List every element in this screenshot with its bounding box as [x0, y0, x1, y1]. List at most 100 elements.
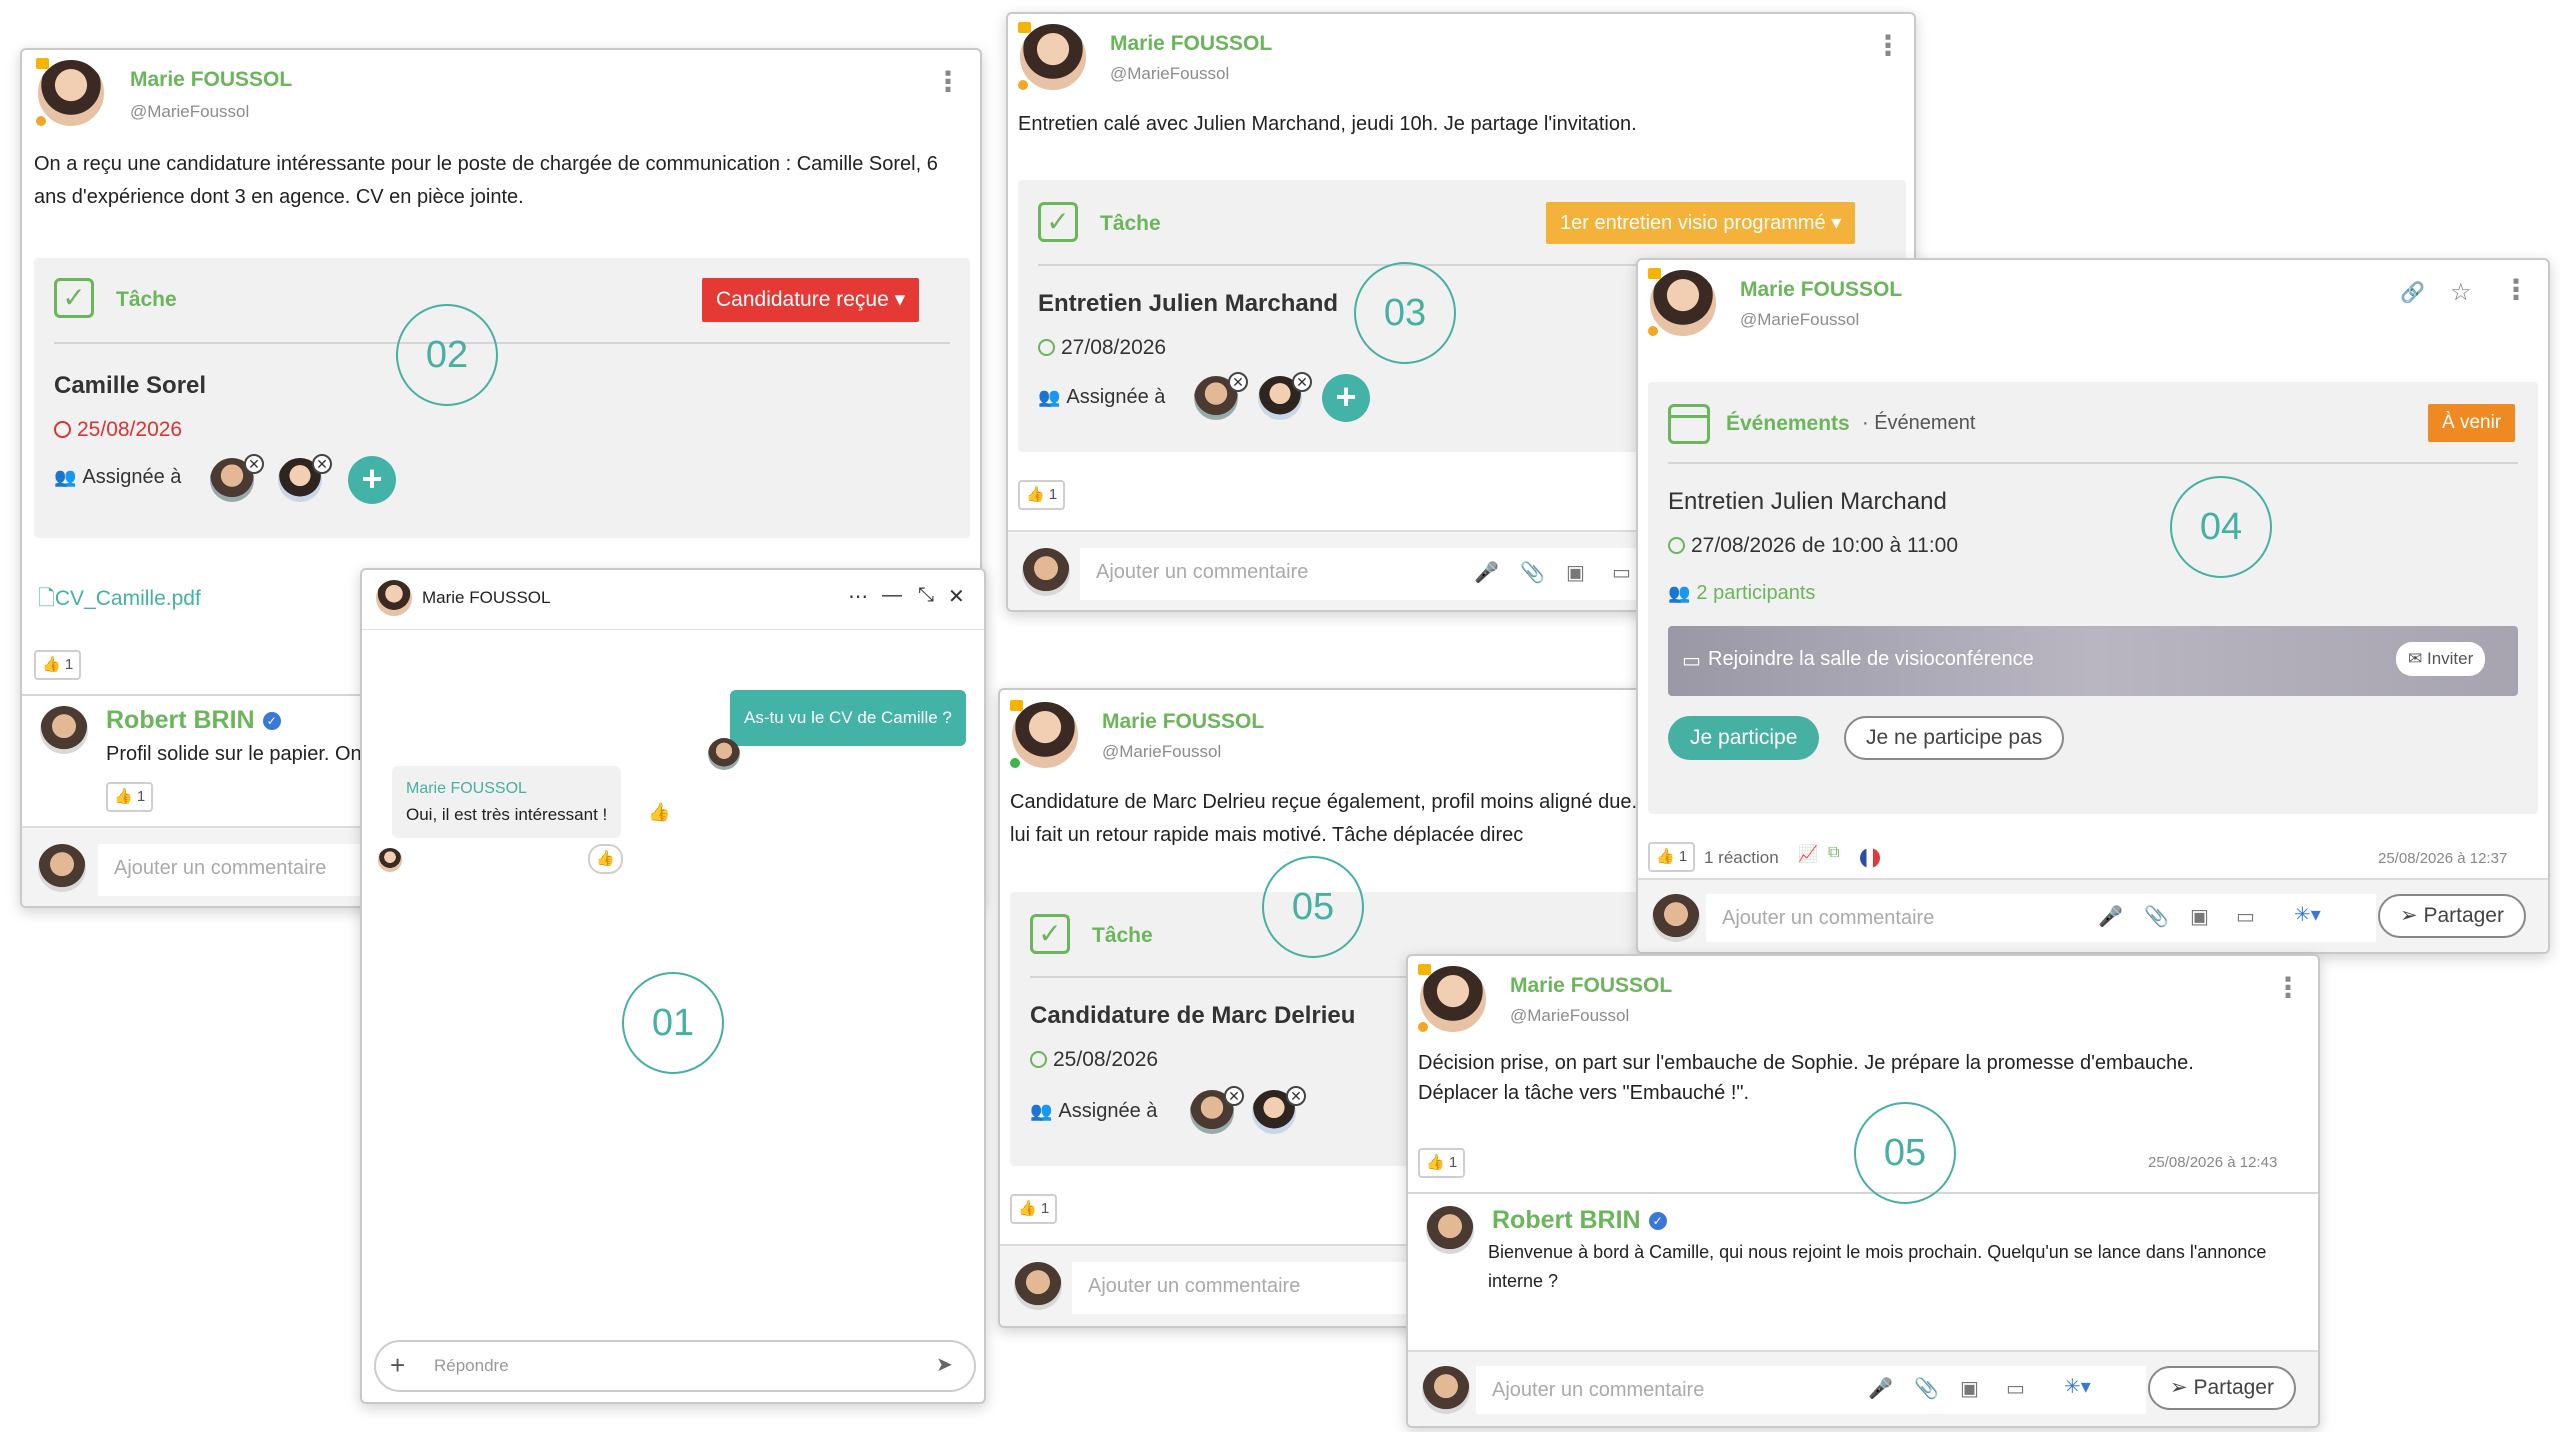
- current-user-avatar: [1422, 1366, 1470, 1414]
- reply-author-text: Robert BRIN: [106, 706, 255, 734]
- current-user-avatar: [1652, 894, 1700, 942]
- video-icon[interactable]: ▭: [1612, 560, 1631, 585]
- decline-button[interactable]: Je ne participe pas: [1844, 716, 2065, 760]
- like-badge[interactable]: 👍 1: [34, 650, 82, 680]
- like-badge[interactable]: 👍 1: [1018, 480, 1066, 510]
- gif-icon[interactable]: ▣: [1566, 560, 1585, 585]
- remove-assignee-icon[interactable]: ✕: [244, 454, 264, 474]
- attend-button[interactable]: Je participe: [1668, 716, 1820, 760]
- reply-author-avatar[interactable]: [1426, 1206, 1474, 1254]
- minimize-icon[interactable]: —: [882, 584, 902, 607]
- task-box[interactable]: ✓ Tâche Candidature reçue ▾ Camille Sore…: [34, 258, 970, 538]
- gif-icon[interactable]: ▣: [2190, 904, 2209, 929]
- user-avatar[interactable]: [1010, 700, 1080, 770]
- thumbs-up-icon[interactable]: 👍: [648, 802, 670, 823]
- visio-room-banner[interactable]: ▭ Rejoindre la salle de visioconférence …: [1668, 626, 2518, 696]
- event-participants[interactable]: 👥 2 participants: [1668, 582, 1815, 605]
- invite-button[interactable]: ✉ Inviter: [2396, 642, 2486, 676]
- video-icon[interactable]: ▭: [2236, 904, 2255, 929]
- event-title: Entretien Julien Marchand: [1668, 488, 1947, 515]
- ai-sparkle-icon[interactable]: ✳▾: [2294, 902, 2321, 927]
- divider: [1408, 1192, 2318, 1194]
- add-assignee-button[interactable]: +: [1322, 374, 1370, 422]
- post-author-name[interactable]: Marie FOUSSOL: [1102, 710, 1264, 734]
- current-user-avatar: [38, 844, 86, 892]
- close-icon[interactable]: ✕: [948, 584, 965, 609]
- user-avatar[interactable]: [1418, 964, 1488, 1034]
- step-marker: 05: [1854, 1102, 1956, 1204]
- post-author-name[interactable]: Marie FOUSSOL: [1510, 974, 1672, 998]
- user-avatar[interactable]: [1018, 22, 1088, 92]
- video-icon[interactable]: ▭: [2006, 1376, 2025, 1401]
- chat-avatar[interactable]: [374, 578, 414, 618]
- translate-icon[interactable]: ⧉: [1828, 844, 1839, 862]
- reply-input[interactable]: Répondre: [434, 1356, 509, 1376]
- attachment-icon[interactable]: 📎: [2144, 904, 2169, 929]
- more-options-icon[interactable]: ⋮: [1874, 32, 1902, 60]
- reaction-count[interactable]: 1 réaction: [1704, 848, 1779, 868]
- reply-author-avatar[interactable]: [40, 706, 88, 754]
- post-author-name[interactable]: Marie FOUSSOL: [1110, 32, 1272, 56]
- remove-assignee-icon[interactable]: ✕: [312, 454, 332, 474]
- clock-icon: [1038, 339, 1055, 356]
- attachment-icon[interactable]: 📎: [1914, 1376, 1939, 1401]
- more-options-icon[interactable]: ⋮: [2274, 974, 2302, 1002]
- user-avatar[interactable]: [1648, 268, 1718, 338]
- event-card: Marie FOUSSOL @MarieFoussol 🔗 ☆ ⋮ Événem…: [1636, 258, 2550, 954]
- send-icon[interactable]: ➤: [936, 1352, 953, 1377]
- remove-assignee-icon[interactable]: ✕: [1224, 1086, 1244, 1106]
- like-count: 1: [64, 656, 74, 673]
- like-badge[interactable]: 👍 1: [1648, 842, 1696, 872]
- more-options-icon[interactable]: ⋮: [934, 68, 962, 96]
- star-icon[interactable]: ☆: [2450, 278, 2472, 307]
- remove-assignee-icon[interactable]: ✕: [1228, 372, 1248, 392]
- more-icon[interactable]: ⋯: [848, 584, 868, 609]
- clock-icon: [54, 421, 71, 438]
- like-badge[interactable]: 👍 1: [1418, 1148, 1466, 1178]
- post-author-name[interactable]: Marie FOUSSOL: [1740, 278, 1902, 302]
- reply-author-name[interactable]: Robert BRIN ✓: [106, 706, 281, 735]
- link-icon[interactable]: 🔗: [2400, 280, 2425, 305]
- received-sender: Marie FOUSSOL: [406, 780, 527, 797]
- reaction-badge[interactable]: 👍: [588, 844, 623, 874]
- reply-text: Profil solide sur le papier. On: [106, 743, 362, 765]
- file-icon: 🗋: [38, 587, 55, 610]
- task-status-dropdown[interactable]: 1er entretien visio programmé ▾: [1546, 202, 1856, 244]
- microphone-icon[interactable]: 🎤: [1474, 560, 1499, 585]
- user-avatar[interactable]: [36, 58, 106, 128]
- post-author-name[interactable]: Marie FOUSSOL: [130, 68, 292, 92]
- task-due-date: 25/08/2026: [54, 418, 182, 442]
- remove-assignee-icon[interactable]: ✕: [1286, 1086, 1306, 1106]
- attachment-link[interactable]: 🗋CV_Camille.pdf: [38, 584, 201, 619]
- chat-title: Marie FOUSSOL: [422, 588, 551, 607]
- comment-bar: Ajouter un commentaire 🎤 📎 ▣ ▭ ✳▾ ➢ Part…: [1408, 1350, 2318, 1426]
- gif-icon[interactable]: ▣: [1960, 1376, 1979, 1401]
- post-author-handle: @MarieFoussol: [1102, 742, 1222, 761]
- attachment-icon[interactable]: 📎: [1520, 560, 1545, 585]
- stats-icon[interactable]: 📈: [1798, 844, 1818, 864]
- task-title: Camille Sorel: [54, 372, 207, 399]
- comment-bar: Ajouter un commentaire 🎤 📎 ▣ ▭ ✳▾ ➢ Part…: [1638, 878, 2548, 952]
- post-timestamp: 25/08/2026 à 12:43: [2148, 1154, 2278, 1171]
- comment-input[interactable]: Ajouter un commentaire: [1476, 1366, 2146, 1414]
- task-status-dropdown[interactable]: Candidature reçue ▾: [702, 278, 920, 322]
- like-badge[interactable]: 👍 1: [106, 782, 154, 812]
- microphone-icon[interactable]: 🎤: [2098, 904, 2123, 929]
- comment-input[interactable]: Ajouter un commentaire: [1706, 894, 2376, 942]
- reply-author-name[interactable]: Robert BRIN ✓: [1492, 1206, 1667, 1235]
- like-badge[interactable]: 👍 1: [1010, 1194, 1058, 1224]
- france-flag-icon[interactable]: [1860, 848, 1880, 868]
- share-button[interactable]: ➢ Partager: [2148, 1366, 2296, 1410]
- ai-sparkle-icon[interactable]: ✳▾: [2064, 1374, 2091, 1399]
- share-button[interactable]: ➢ Partager: [2378, 894, 2526, 938]
- collapse-icon[interactable]: ⤡: [918, 584, 934, 607]
- event-datetime-text: 27/08/2026 de 10:00 à 11:00: [1691, 534, 1959, 557]
- remove-assignee-icon[interactable]: ✕: [1292, 372, 1312, 392]
- more-options-icon[interactable]: ⋮: [2502, 276, 2530, 304]
- plus-icon[interactable]: +: [390, 1350, 405, 1381]
- microphone-icon[interactable]: 🎤: [1868, 1376, 1893, 1401]
- event-box[interactable]: Événements · Événement À venir Entretien…: [1648, 382, 2538, 814]
- recipient-avatar: [376, 846, 404, 874]
- add-assignee-button[interactable]: +: [348, 456, 396, 504]
- visio-label: Rejoindre la salle de visioconférence: [1708, 648, 2034, 670]
